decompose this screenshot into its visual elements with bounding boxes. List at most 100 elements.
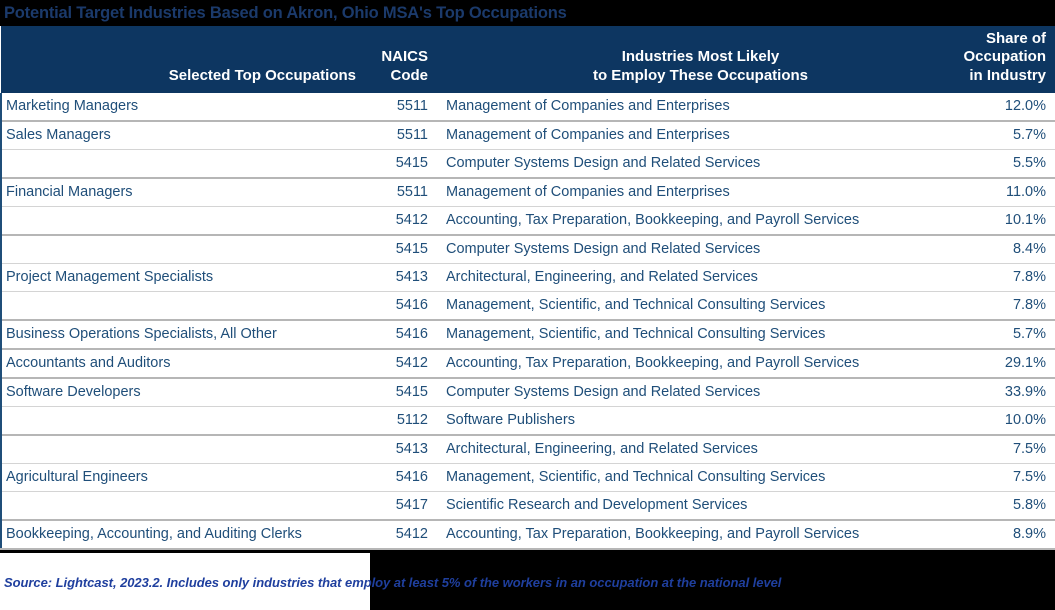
page-title: Potential Target Industries Based on Akr… — [4, 3, 567, 22]
cell-share: 7.5% — [963, 433, 1055, 464]
cell-occupation — [0, 290, 368, 320]
column-header-naics-line1: NAICS — [381, 48, 428, 66]
cell-share: 5.8% — [963, 490, 1055, 520]
table-row: 5112 Software Publishers 10.0% — [0, 405, 1055, 435]
cell-industry: Management of Companies and Enterprises — [438, 92, 963, 121]
report-page: Potential Target Industries Based on Akr… — [0, 0, 1055, 610]
cell-share: 8.4% — [963, 233, 1055, 264]
cell-naics-code: 5415 — [368, 233, 438, 264]
cell-naics-code: 5415 — [368, 148, 438, 178]
cell-industry: Management of Companies and Enterprises — [438, 176, 963, 207]
column-header-share-line1: Share of — [985, 30, 1046, 47]
cell-industry: Computer Systems Design and Related Serv… — [438, 376, 963, 407]
cell-industry: Architectural, Engineering, and Related … — [438, 262, 963, 292]
table-row: Marketing Managers 5511 Management of Comp… — [0, 92, 1055, 121]
cell-industry: Management, Scientific, and Technical Co… — [438, 462, 963, 492]
cell-share: 10.1% — [963, 205, 1055, 235]
cell-share: 7.8% — [963, 290, 1055, 320]
cell-occupation — [0, 433, 368, 464]
table-row: Business Operations Specialists, All Oth… — [0, 318, 1055, 349]
cell-occupation: Software Developers — [0, 376, 368, 407]
table-body: Marketing Managers 5511 Management of Comp… — [0, 92, 1055, 550]
column-header-share: Share of Occupation in Industry — [963, 26, 1055, 93]
source-note: Source: Lightcast, 2023.2. Includes only… — [4, 575, 782, 590]
cell-naics-code: 5412 — [368, 347, 438, 378]
table-row: Financial Managers 5511 Management of Comp… — [0, 176, 1055, 207]
cell-naics-code: 5112 — [368, 405, 438, 435]
cell-naics-code: 5416 — [368, 290, 438, 320]
cell-share: 10.0% — [963, 405, 1055, 435]
cell-naics-code: 5511 — [368, 92, 438, 121]
cell-share: 11.0% — [963, 176, 1055, 207]
table-row: Software Developers 5415 Computer Systems … — [0, 376, 1055, 407]
cell-industry: Software Publishers — [438, 405, 963, 435]
table-row: Agricultural Engineers 5416 Management, Sc… — [0, 462, 1055, 492]
column-header-industries-line2: to Employ These Occupations — [592, 66, 809, 84]
cell-naics-code: 5415 — [368, 376, 438, 407]
cell-industry: Architectural, Engineering, and Related … — [438, 433, 963, 464]
column-header-share-line3: in Industry — [969, 66, 1046, 84]
cell-industry: Accounting, Tax Preparation, Bookkeeping… — [438, 205, 963, 235]
cell-share: 12.0% — [963, 92, 1055, 121]
table-row: 5415 Computer Systems Design and Related … — [0, 148, 1055, 178]
cell-naics-code: 5416 — [368, 462, 438, 492]
cell-naics-code: 5412 — [368, 518, 438, 550]
cell-industry: Accounting, Tax Preparation, Bookkeeping… — [438, 518, 963, 550]
cell-naics-code: 5413 — [368, 433, 438, 464]
cell-share: 7.5% — [963, 462, 1055, 492]
table-row: 5415 Computer Systems Design and Related … — [0, 233, 1055, 264]
cell-occupation: Sales Managers — [0, 119, 368, 150]
table-row: 5416 Management, Scientific, and Technica… — [0, 290, 1055, 320]
table-header: Selected Top Occupations NAICS Code Indu… — [1, 26, 1055, 93]
cell-share: 7.8% — [963, 262, 1055, 292]
cell-occupation: Financial Managers — [0, 176, 368, 207]
cell-industry: Accounting, Tax Preparation, Bookkeeping… — [438, 347, 963, 378]
column-header-share-line2: Occupation — [963, 48, 1046, 66]
cell-occupation: Accountants and Auditors — [0, 347, 368, 378]
column-header-occupation-label: Selected Top Occupations — [168, 66, 356, 84]
cell-industry: Management, Scientific, and Technical Co… — [438, 290, 963, 320]
column-header-occupation: Selected Top Occupations — [1, 26, 368, 93]
cell-occupation: Bookkeeping, Accounting, and Auditing Cl… — [0, 518, 368, 550]
cell-share: 8.9% — [963, 518, 1055, 550]
column-header-naics-code: NAICS Code — [368, 26, 438, 93]
cell-naics-code: 5511 — [368, 176, 438, 207]
cell-share: 5.7% — [963, 119, 1055, 150]
cell-occupation: Agricultural Engineers — [0, 462, 368, 492]
cell-naics-code: 5413 — [368, 262, 438, 292]
cell-industry: Management of Companies and Enterprises — [438, 119, 963, 150]
cell-share: 29.1% — [963, 347, 1055, 378]
cell-share: 5.5% — [963, 148, 1055, 178]
cell-occupation: Marketing Managers — [0, 92, 368, 121]
cell-industry: Scientific Research and Development Serv… — [438, 490, 963, 520]
cell-naics-code: 5416 — [368, 318, 438, 349]
cell-occupation — [0, 148, 368, 178]
table-row: 5413 Architectural, Engineering, and Rela… — [0, 433, 1055, 464]
cell-naics-code: 5412 — [368, 205, 438, 235]
cell-naics-code: 5417 — [368, 490, 438, 520]
cell-occupation — [0, 490, 368, 520]
table-row: 5417 Scientific Research and Development … — [0, 490, 1055, 520]
table-header-row: Selected Top Occupations NAICS Code Indu… — [1, 26, 1055, 93]
cell-occupation: Business Operations Specialists, All Oth… — [0, 318, 368, 349]
table-row: Accountants and Auditors 5412 Accounting, … — [0, 347, 1055, 378]
occupations-table-container: Selected Top Occupations NAICS Code Indu… — [0, 26, 1055, 550]
title-band: Potential Target Industries Based on Akr… — [0, 0, 1055, 26]
column-header-industries: Industries Most Likely to Employ These O… — [438, 26, 963, 93]
table-row: Bookkeeping, Accounting, and Auditing Cl… — [0, 518, 1055, 550]
occupations-table: Selected Top Occupations NAICS Code Indu… — [0, 26, 1055, 550]
cell-industry: Computer Systems Design and Related Serv… — [438, 148, 963, 178]
footer-band: Source: Lightcast, 2023.2. Includes only… — [0, 553, 1055, 610]
cell-occupation — [0, 405, 368, 435]
table-row: 5412 Accounting, Tax Preparation, Bookkee… — [0, 205, 1055, 235]
cell-occupation — [0, 233, 368, 264]
cell-naics-code: 5511 — [368, 119, 438, 150]
cell-occupation — [0, 205, 368, 235]
table-row: Project Management Specialists 5413 Archit… — [0, 262, 1055, 292]
cell-occupation: Project Management Specialists — [0, 262, 368, 292]
cell-share: 33.9% — [963, 376, 1055, 407]
cell-industry: Management, Scientific, and Technical Co… — [438, 318, 963, 349]
column-header-industries-line1: Industries Most Likely — [621, 48, 780, 66]
column-header-naics-line2: Code — [390, 66, 429, 84]
table-row: Sales Managers 5511 Management of Companie… — [0, 119, 1055, 150]
